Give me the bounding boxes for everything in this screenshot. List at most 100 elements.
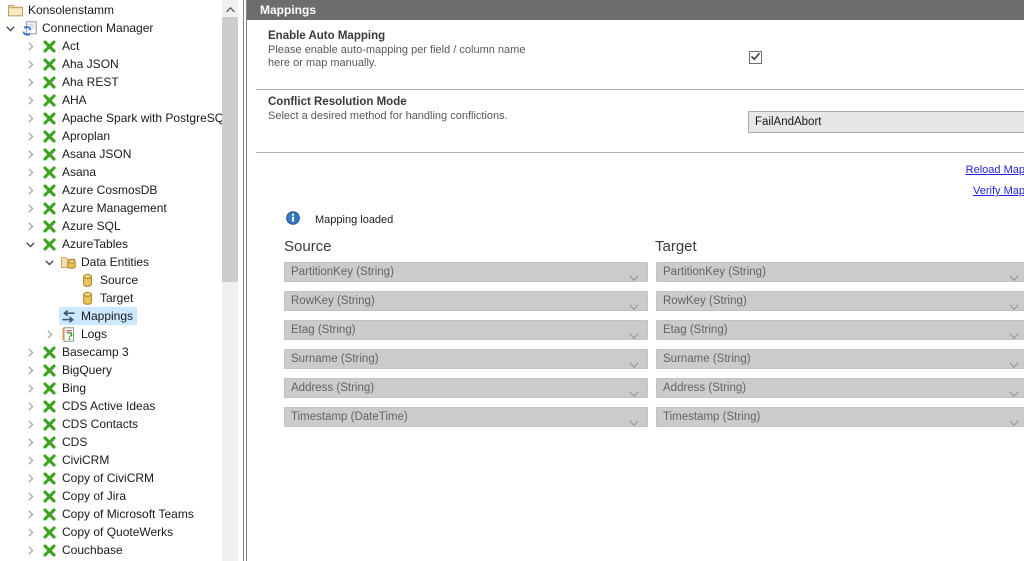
- verify-map-link[interactable]: Verify Map: [973, 185, 1024, 197]
- chevron-right-icon[interactable]: [25, 113, 35, 123]
- auto-mapping-checkbox[interactable]: [749, 51, 762, 64]
- tree-item-azure-sql[interactable]: Azure SQL: [0, 217, 222, 235]
- chevron-right-icon[interactable]: [25, 365, 35, 375]
- target-field-dropdown-0: PartitionKey (String): [656, 262, 1024, 282]
- tree-item-basecamp-3[interactable]: Basecamp 3: [0, 343, 222, 361]
- chevron-down-icon: [1009, 385, 1019, 398]
- connector-icon: [42, 489, 57, 504]
- separator: [256, 89, 1024, 90]
- source-field-dropdown-2: Etag (String): [284, 320, 648, 340]
- connector-icon: [42, 543, 57, 558]
- reload-map-link[interactable]: Reload Map: [966, 164, 1024, 176]
- scroll-thumb[interactable]: [222, 17, 238, 282]
- chevron-right-icon[interactable]: [25, 77, 35, 87]
- target-field-dropdown-3: Surname (String): [656, 349, 1024, 369]
- chevron-up-icon: [226, 0, 235, 18]
- source-field-dropdown-3: Surname (String): [284, 349, 648, 369]
- tree-item-copy-of-quotewerks[interactable]: Copy of QuoteWerks: [0, 523, 222, 541]
- connector-icon: [42, 93, 57, 108]
- chevron-right-icon[interactable]: [25, 131, 35, 141]
- connector-icon: [42, 219, 57, 234]
- chevron-right-icon[interactable]: [25, 419, 35, 429]
- chevron-right-icon[interactable]: [25, 491, 35, 501]
- tree-item-logs[interactable]: ?Logs: [0, 325, 222, 343]
- connector-icon: [42, 57, 57, 72]
- chevron-down-icon: [629, 327, 639, 340]
- tree-item-asana-json[interactable]: Asana JSON: [0, 145, 222, 163]
- tree-item-azuretables[interactable]: AzureTables: [0, 235, 222, 253]
- chevron-right-icon[interactable]: [25, 203, 35, 213]
- connector-icon: [42, 147, 57, 162]
- chevron-right-icon[interactable]: [25, 149, 35, 159]
- tree-item-aha[interactable]: AHA: [0, 91, 222, 109]
- tree-item-aha-rest[interactable]: Aha REST: [0, 73, 222, 91]
- tree-item-mappings[interactable]: Mappings: [0, 307, 222, 325]
- tree-item-bing[interactable]: Bing: [0, 379, 222, 397]
- connector-icon: [42, 417, 57, 432]
- chevron-right-icon[interactable]: [25, 221, 35, 231]
- source-field-dropdown-1: RowKey (String): [284, 291, 648, 311]
- tree-item-aproplan[interactable]: Aproplan: [0, 127, 222, 145]
- connector-icon: [42, 111, 57, 126]
- chevron-right-icon[interactable]: [25, 347, 35, 357]
- tree-item-aha-json[interactable]: Aha JSON: [0, 55, 222, 73]
- tree-item-act[interactable]: Act: [0, 37, 222, 55]
- chevron-right-icon[interactable]: [25, 41, 35, 51]
- folder-db-icon: [61, 255, 76, 270]
- connector-icon: [42, 183, 57, 198]
- tree-item-azure-management[interactable]: Azure Management: [0, 199, 222, 217]
- sync-doc-icon: [22, 21, 37, 36]
- tree-item-connection-manager[interactable]: Connection Manager: [0, 19, 222, 37]
- tree-item-couchbase[interactable]: Couchbase: [0, 541, 222, 559]
- chevron-down-icon: [629, 414, 639, 427]
- chevron-right-icon[interactable]: [25, 509, 35, 519]
- chevron-right-icon[interactable]: [25, 59, 35, 69]
- tree-item-cds[interactable]: CDS: [0, 433, 222, 451]
- connector-icon: [42, 525, 57, 540]
- scroll-up-button[interactable]: [222, 0, 238, 17]
- chevron-right-icon[interactable]: [25, 527, 35, 537]
- chevron-down-icon[interactable]: [5, 23, 15, 33]
- chevron-right-icon[interactable]: [25, 95, 35, 105]
- tree-item-source[interactable]: Source: [0, 271, 222, 289]
- connector-icon: [42, 345, 57, 360]
- target-field-dropdown-1: RowKey (String): [656, 291, 1024, 311]
- tree-item-apache-spark-with-postgresql[interactable]: Apache Spark with PostgreSQL: [0, 109, 222, 127]
- chevron-right-icon[interactable]: [44, 329, 54, 339]
- enable-auto-mapping-description: Please enable auto-mapping per field / c…: [268, 44, 540, 70]
- tree-item-cds-active-ideas[interactable]: CDS Active Ideas: [0, 397, 222, 415]
- tree-item-copy-of-jira[interactable]: Copy of Jira: [0, 487, 222, 505]
- tree-item-civicrm[interactable]: CiviCRM: [0, 451, 222, 469]
- target-field-dropdown-5: Timestamp (String): [656, 407, 1024, 427]
- tree-item-azure-cosmosdb[interactable]: Azure CosmosDB: [0, 181, 222, 199]
- tree-item-asana[interactable]: Asana: [0, 163, 222, 181]
- connector-icon: [42, 507, 57, 522]
- chevron-down-icon[interactable]: [25, 239, 35, 249]
- tree-item-copy-of-microsoft-teams[interactable]: Copy of Microsoft Teams: [0, 505, 222, 523]
- chevron-down-icon: [629, 385, 639, 398]
- tree-item-target[interactable]: Target: [0, 289, 222, 307]
- chevron-right-icon[interactable]: [25, 383, 35, 393]
- tree-item-konsolenstamm[interactable]: Konsolenstamm: [0, 1, 222, 19]
- chevron-right-icon[interactable]: [25, 167, 35, 177]
- chevron-right-icon[interactable]: [25, 473, 35, 483]
- tree-item-bigquery[interactable]: BigQuery: [0, 361, 222, 379]
- mapping-status-text: Mapping loaded: [315, 214, 393, 226]
- chevron-right-icon[interactable]: [25, 455, 35, 465]
- connector-icon: [42, 237, 57, 252]
- chevron-down-icon[interactable]: [44, 257, 54, 267]
- chevron-right-icon[interactable]: [25, 401, 35, 411]
- tree-item-copy-of-civicrm[interactable]: Copy of CiviCRM: [0, 469, 222, 487]
- chevron-right-icon[interactable]: [25, 185, 35, 195]
- connector-icon: [42, 363, 57, 378]
- conflict-mode-dropdown[interactable]: FailAndAbort: [748, 111, 1024, 133]
- mappings-panel: Mappings Enable Auto Mapping Please enab…: [246, 0, 1024, 561]
- chevron-right-icon[interactable]: [25, 545, 35, 555]
- chevron-right-icon[interactable]: [25, 437, 35, 447]
- tree-scrollbar[interactable]: [222, 0, 238, 561]
- tree-item-data-entities[interactable]: Data Entities: [0, 253, 222, 271]
- chevron-down-icon: [629, 269, 639, 282]
- connector-icon: [42, 39, 57, 54]
- tree-item-cds-contacts[interactable]: CDS Contacts: [0, 415, 222, 433]
- target-field-dropdown-2: Etag (String): [656, 320, 1024, 340]
